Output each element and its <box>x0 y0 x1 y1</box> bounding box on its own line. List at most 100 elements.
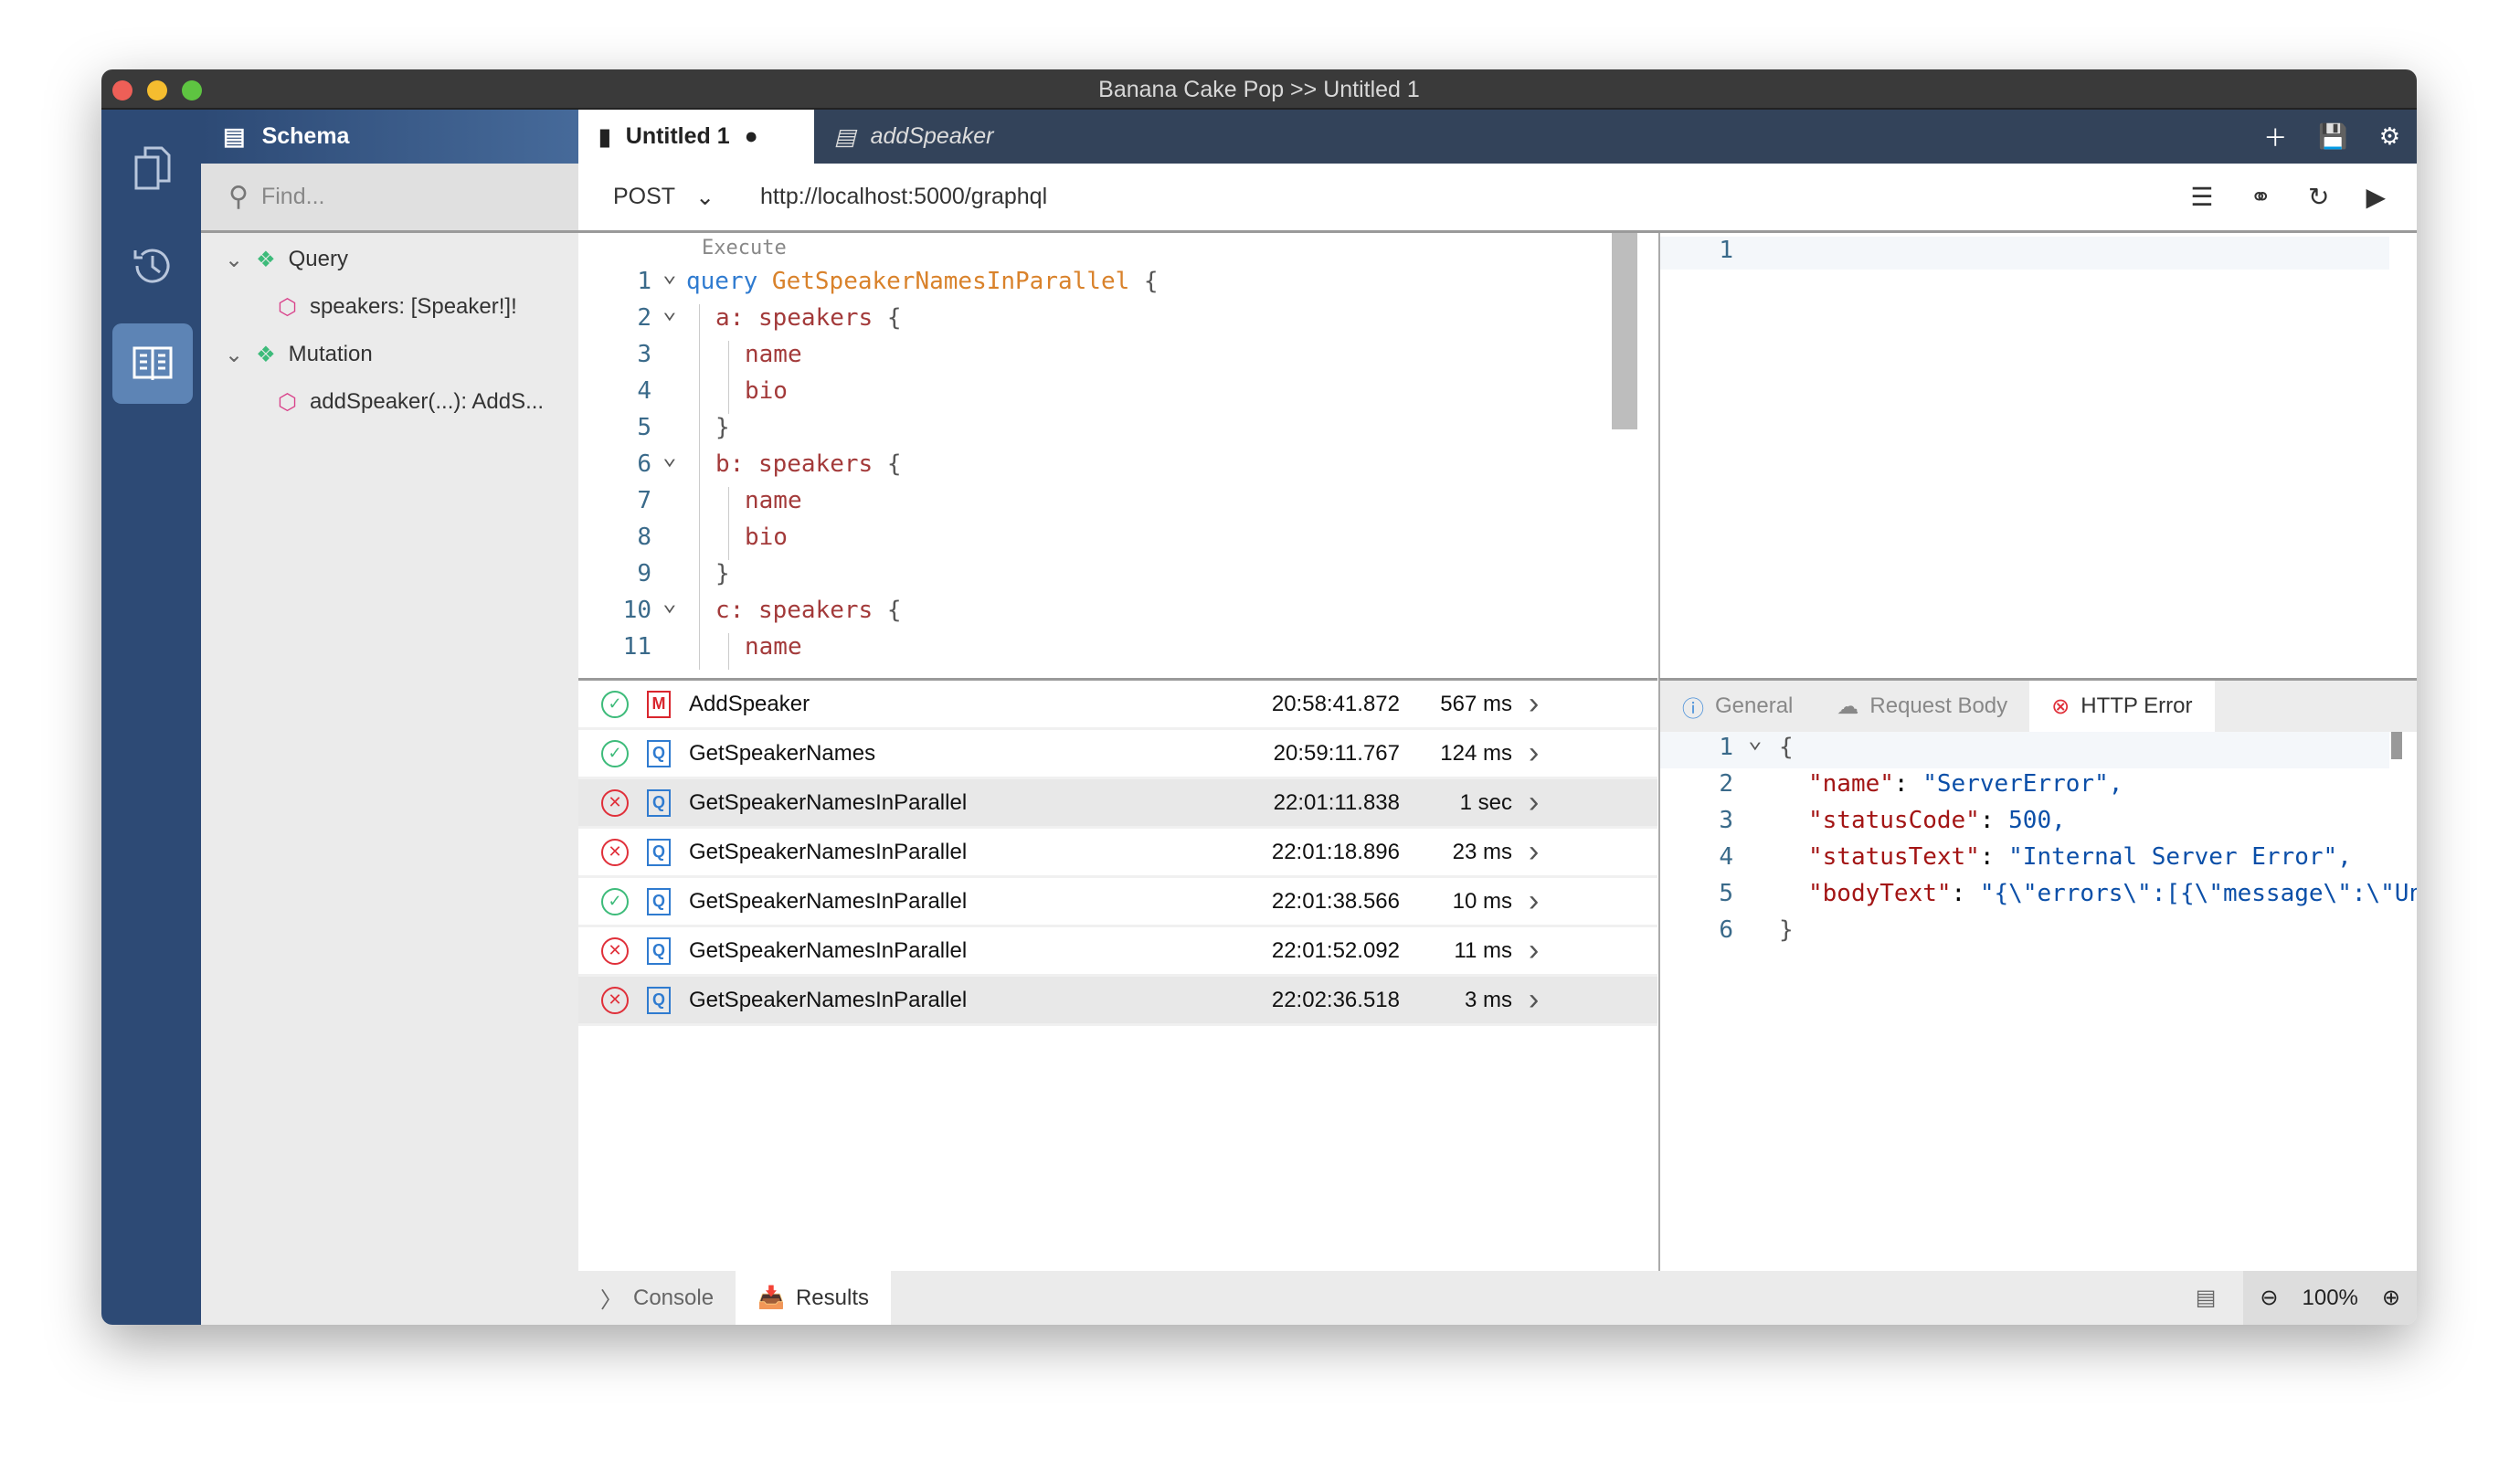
request-bar: POST ⌄ http://localhost:5000/graphql ☰ ⚭ … <box>578 164 2417 233</box>
tab-label: Untitled 1 <box>625 123 730 149</box>
chevron-down-icon: ⌄ <box>225 247 244 272</box>
tree-item-addspeaker[interactable]: ⬡ addSpeaker(...): AddS... <box>201 378 578 426</box>
timestamp: 22:01:52.092 <box>1271 937 1400 963</box>
json-value: "ServerError", <box>1922 770 2123 798</box>
tree-item-mutation[interactable]: ⌄ ❖ Mutation <box>201 331 578 378</box>
schema-book-icon: ▤ <box>223 122 246 150</box>
cloud-upload-icon: ☁ <box>1837 693 1859 719</box>
plus-icon[interactable]: ＋ <box>2263 120 2287 153</box>
schema-nav-button[interactable] <box>112 323 193 404</box>
url-input[interactable]: http://localhost:5000/graphql <box>760 184 1047 210</box>
code-token: GetSpeakerNamesInParallel <box>771 268 1130 295</box>
toggle-icon[interactable]: ⚭ <box>2250 182 2271 212</box>
minimize-window-button[interactable] <box>147 80 167 101</box>
schema-tree: ⌄ ❖ Query ⬡ speakers: [Speaker!]! ⌄ ❖ Mutatio… <box>201 233 578 426</box>
query-icon: Q <box>647 739 671 767</box>
code-line: bio <box>745 377 788 405</box>
duration: 23 ms <box>1452 839 1512 864</box>
search-icon: ⚲ <box>228 182 249 212</box>
fold-chevron-icon[interactable]: ⌄ <box>662 589 677 617</box>
duration: 3 ms <box>1464 987 1512 1012</box>
code-token: { <box>873 597 902 624</box>
query-icon: Q <box>647 887 671 915</box>
find-placeholder: Find... <box>260 184 325 209</box>
save-icon[interactable]: 💾 <box>2318 122 2347 151</box>
line-number: 3 <box>1719 807 1733 834</box>
timestamp: 20:59:11.767 <box>1273 740 1400 766</box>
error-circle-icon: ✕ <box>601 838 629 866</box>
query-editor[interactable]: Execute 1 ⌄ query GetSpeakerNamesInParalle… <box>578 233 1657 678</box>
tab-label: Results <box>795 1285 869 1310</box>
zoom-out-icon[interactable]: ⊖ <box>2260 1285 2278 1311</box>
tab-console[interactable]: 〉 Console <box>578 1271 736 1325</box>
method-value: POST <box>613 183 676 209</box>
operation-name: GetSpeakerNamesInParallel <box>689 888 968 914</box>
tab-results[interactable]: 📥 Results <box>736 1271 891 1325</box>
fold-chevron-icon[interactable]: ⌄ <box>662 260 677 288</box>
code-token: } <box>715 414 730 441</box>
zoom-window-button[interactable] <box>182 80 202 101</box>
tab-http-error[interactable]: ⊗ HTTP Error <box>2029 681 2215 732</box>
history-row[interactable]: ✓ Q GetSpeakerNames 20:59:11.767 124 ms › <box>578 730 1657 779</box>
duration: 1 sec <box>1459 789 1512 815</box>
line-number: 8 <box>637 524 651 551</box>
chevron-down-icon: ⌄ <box>225 342 244 367</box>
bottom-bar: 〉 Console 📥 Results ▤ ⊖ 100% ⊕ <box>578 1271 2417 1325</box>
fold-chevron-icon[interactable]: ⌄ <box>1748 732 1763 754</box>
editor-scrollbar[interactable] <box>1612 233 1637 429</box>
line-number: 5 <box>637 414 651 441</box>
duration: 11 ms <box>1454 937 1512 963</box>
execute-codelens[interactable]: Execute <box>702 237 787 259</box>
tree-item-query[interactable]: ⌄ ❖ Query <box>201 236 578 283</box>
tab-request-body[interactable]: ☁ Request Body <box>1815 681 2029 732</box>
schema-find-input[interactable]: ⚲ Find... <box>201 164 578 233</box>
gear-icon[interactable]: ⚙ <box>2379 122 2400 151</box>
field-cube-icon: ⬡ <box>278 389 297 415</box>
document-tabs: ▮ Untitled 1 ● ▤ addSpeaker ＋ 💾 ⚙ <box>578 110 2417 164</box>
close-window-button[interactable] <box>112 80 132 101</box>
line-number: 6 <box>1719 916 1733 944</box>
code-line: query GetSpeakerNamesInParallel { <box>686 268 1159 295</box>
code-token: query <box>686 268 772 295</box>
history-row[interactable]: ✕ Q GetSpeakerNamesInParallel 22:01:18.896 2… <box>578 829 1657 878</box>
chevron-right-icon: › <box>1529 834 1540 869</box>
tab-general[interactable]: ⓘ General <box>1660 681 1815 732</box>
run-icon[interactable]: ▶ <box>2366 182 2386 212</box>
chevron-right-icon: › <box>1529 982 1540 1017</box>
variables-editor[interactable]: 1 <box>1658 233 2417 678</box>
tab-addspeaker[interactable]: ▤ addSpeaker <box>814 110 1013 164</box>
operation-name: GetSpeakerNamesInParallel <box>689 937 968 963</box>
documents-nav-button[interactable] <box>112 128 193 208</box>
field-cube-icon: ⬡ <box>278 294 297 320</box>
code-token: { <box>1129 268 1159 295</box>
line-number: 10 <box>622 597 651 624</box>
line-number: 11 <box>622 633 651 661</box>
split-layout-icon[interactable]: ▤ <box>2196 1285 2217 1311</box>
settings-sliders-icon[interactable]: ☰ <box>2190 182 2213 212</box>
tree-label: Query <box>288 247 348 271</box>
json-value: 500, <box>2008 807 2066 834</box>
history-row[interactable]: ✕ Q GetSpeakerNamesInParallel 22:01:11.838 1… <box>578 779 1657 829</box>
tree-label: addSpeaker(...): AddS... <box>309 389 545 414</box>
json-line: } <box>1779 916 1794 944</box>
tree-item-speakers[interactable]: ⬡ speakers: [Speaker!]! <box>201 283 578 331</box>
history-nav-button[interactable] <box>112 226 193 306</box>
tab-label: General <box>1715 693 1794 718</box>
response-json-viewer[interactable]: 1 ⌄ {2 "name": "ServerError", 3 "statusCode":… <box>1658 732 2417 1325</box>
refresh-icon[interactable]: ↻ <box>2308 182 2329 212</box>
operation-name: GetSpeakerNamesInParallel <box>689 839 968 864</box>
fold-chevron-icon[interactable]: ⌄ <box>662 297 677 324</box>
error-circle-icon: ⊗ <box>2051 693 2070 719</box>
history-row[interactable]: ✓ M AddSpeaker 20:58:41.872 567 ms › <box>578 681 1657 730</box>
history-row[interactable]: ✓ Q GetSpeakerNamesInParallel 22:01:38.566 1… <box>578 878 1657 927</box>
history-row[interactable]: ✕ Q GetSpeakerNamesInParallel 22:01:52.092 1… <box>578 927 1657 977</box>
line-number: 1 <box>1719 237 1733 264</box>
method-select[interactable]: POST ⌄ <box>613 184 715 211</box>
tab-untitled-1[interactable]: ▮ Untitled 1 ● <box>578 110 814 164</box>
fold-chevron-icon[interactable]: ⌄ <box>662 443 677 471</box>
history-row[interactable]: ✕ Q GetSpeakerNamesInParallel 22:02:36.518 3… <box>578 977 1657 1026</box>
code-token: { <box>873 304 902 332</box>
json-scrollbar[interactable] <box>2391 732 2402 759</box>
title-bar: Banana Cake Pop >> Untitled 1 <box>101 69 2417 110</box>
zoom-in-icon[interactable]: ⊕ <box>2382 1285 2400 1311</box>
